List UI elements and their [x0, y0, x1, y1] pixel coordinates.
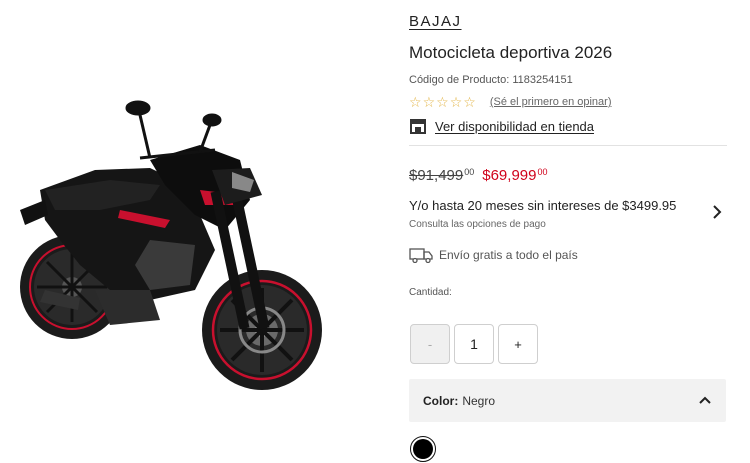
quantity-input[interactable]: 1: [454, 324, 494, 364]
star-icon: ☆: [422, 94, 436, 110]
quantity-label: Cantidad:: [409, 287, 452, 298]
first-review-link[interactable]: (Sé el primero en opinar): [490, 96, 612, 108]
store-availability[interactable]: Ver disponibilidad en tienda: [409, 118, 594, 134]
price-block: $91,499 00 $69,999 00: [409, 167, 548, 184]
star-icon: ☆: [463, 94, 476, 110]
rating-row: ☆ ☆ ☆ ☆ ☆ (Sé el primero en opinar): [409, 95, 611, 109]
chevron-up-icon[interactable]: [698, 394, 712, 406]
free-shipping-text: Envío gratis a todo el país: [439, 248, 578, 262]
increment-button[interactable]: +: [498, 324, 538, 364]
store-icon: [410, 119, 426, 134]
star-icon: ☆: [409, 94, 422, 110]
quantity-stepper: - 1 +: [410, 324, 538, 364]
decrement-button[interactable]: -: [410, 324, 450, 364]
color-label: Color:: [423, 393, 459, 408]
rating-stars[interactable]: ☆ ☆ ☆ ☆ ☆: [409, 95, 476, 109]
installments-text[interactable]: Y/o hasta 20 meses sin intereses de $349…: [409, 198, 676, 213]
original-price: $91,499: [409, 167, 464, 184]
chevron-right-icon[interactable]: [711, 205, 723, 219]
original-price-cents: 00: [464, 167, 475, 177]
payment-options-text: Consulta las opciones de pago: [409, 219, 546, 230]
color-swatch-black[interactable]: [410, 436, 436, 462]
product-code: Código de Producto: 1183254151: [409, 74, 573, 86]
color-accordion[interactable]: Color: Negro: [409, 379, 726, 422]
free-shipping: Envío gratis a todo el país: [409, 247, 578, 263]
store-availability-link[interactable]: Ver disponibilidad en tienda: [435, 119, 594, 134]
front-wheel: [202, 270, 322, 390]
truck-icon: [409, 248, 433, 263]
star-icon: ☆: [436, 94, 449, 110]
sale-price: $69,999: [482, 167, 537, 184]
divider: [409, 145, 727, 146]
product-image[interactable]: [0, 40, 345, 440]
star-icon: ☆: [449, 94, 463, 110]
brand-link[interactable]: BAJAJ: [409, 13, 462, 30]
color-value: Negro: [462, 393, 496, 408]
sale-price-cents: 00: [537, 167, 548, 177]
swatch-fill: [413, 439, 433, 459]
product-title: Motocicleta deportiva 2026: [409, 43, 613, 62]
